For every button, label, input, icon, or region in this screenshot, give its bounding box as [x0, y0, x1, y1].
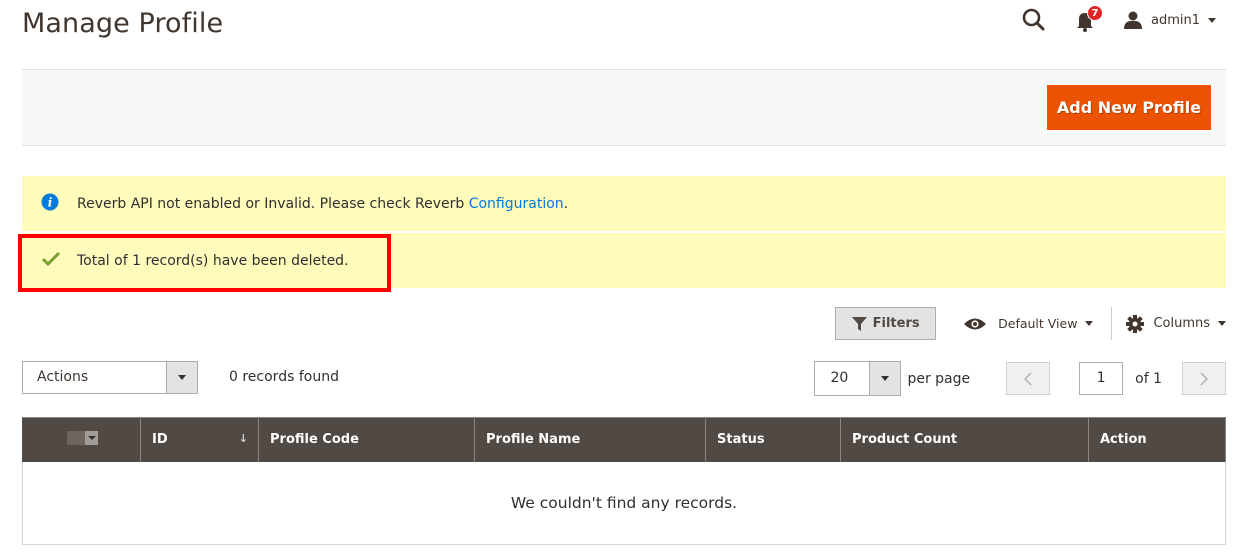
chevron-down-icon	[178, 375, 186, 380]
empty-state-message: We couldn't find any records.	[22, 461, 1226, 545]
notifications-badge: 7	[1086, 5, 1103, 21]
column-header-id[interactable]: ID ↓	[140, 417, 259, 462]
add-new-profile-button[interactable]: Add New Profile	[1047, 85, 1211, 130]
mass-select-checkbox[interactable]	[67, 430, 98, 445]
column-header-action: Action	[1088, 417, 1226, 462]
per-page-value: 20	[830, 370, 849, 386]
records-found: 0 records found	[229, 369, 339, 385]
user-icon	[1123, 11, 1142, 29]
empty-row: We couldn't find any records.	[22, 461, 1226, 545]
message-success: Total of 1 record(s) have been deleted.	[22, 233, 1226, 288]
filter-icon	[851, 316, 867, 331]
grid-header-row: ID ↓ Profile Code Profile Name Status Pr…	[22, 417, 1226, 462]
header-actions: 7 admin1	[1021, 5, 1216, 34]
messages: i Reverb API not enabled or Invalid. Ple…	[22, 176, 1226, 288]
message-info-text: Reverb API not enabled or Invalid. Pleas…	[77, 196, 568, 212]
message-suffix: .	[563, 195, 569, 212]
svg-text:i: i	[48, 195, 53, 209]
actions-dropdown-toggle[interactable]	[166, 362, 197, 393]
sort-arrow-icon: ↓	[238, 432, 248, 445]
column-header-profile-code[interactable]: Profile Code	[258, 417, 475, 462]
chevron-down-icon	[1208, 17, 1216, 23]
notifications-button[interactable]: 7	[1073, 5, 1103, 33]
chevron-left-icon	[1024, 372, 1032, 385]
view-switcher[interactable]: Default View	[963, 316, 1111, 331]
previous-page-button[interactable]	[1006, 362, 1051, 395]
check-icon	[41, 251, 61, 271]
next-page-button[interactable]	[1182, 362, 1226, 395]
pagination: 20 per page 1 of 1	[814, 361, 1226, 396]
global-search-button[interactable]	[1021, 7, 1047, 33]
gear-icon	[1126, 314, 1145, 333]
message-success-text: Total of 1 record(s) have been deleted.	[77, 252, 349, 269]
chevron-down-icon	[1218, 321, 1226, 326]
filters-button[interactable]: Filters	[835, 307, 937, 340]
page-actions-bar: Add New Profile	[22, 69, 1226, 146]
view-label: Default View	[998, 316, 1078, 331]
per-page-select[interactable]: 20	[814, 361, 902, 396]
columns-label: Columns	[1153, 316, 1210, 331]
columns-control[interactable]: Columns	[1126, 314, 1226, 333]
checkbox-box[interactable]	[67, 430, 85, 445]
current-page-input[interactable]: 1	[1079, 362, 1124, 395]
eye-icon	[964, 318, 987, 329]
chevron-down-icon	[881, 376, 890, 381]
info-icon: i	[41, 193, 59, 215]
configuration-link[interactable]: Configuration	[469, 196, 564, 212]
chevron-down-icon	[1085, 321, 1094, 326]
profiles-grid: ID ↓ Profile Code Profile Name Status Pr…	[22, 417, 1226, 545]
user-menu[interactable]: admin1	[1123, 10, 1216, 30]
per-page-label: per page	[907, 370, 971, 387]
column-header-status[interactable]: Status	[705, 417, 841, 462]
filters-label: Filters	[872, 316, 920, 331]
column-header-product-count[interactable]: Product Count	[840, 417, 1089, 462]
search-icon	[1022, 8, 1045, 31]
page-title: Manage Profile	[22, 8, 224, 39]
chevron-right-icon	[1200, 372, 1208, 385]
toolbar-divider	[1111, 307, 1113, 340]
message-info: i Reverb API not enabled or Invalid. Ple…	[22, 176, 1226, 231]
total-pages-label: of 1	[1135, 370, 1162, 387]
message-text: Reverb API not enabled or Invalid. Pleas…	[77, 195, 469, 212]
mass-select-column	[22, 417, 141, 462]
grid-toolbar: Filters Default View Columns	[835, 307, 1226, 340]
column-header-profile-name[interactable]: Profile Name	[474, 417, 706, 462]
actions-label: Actions	[37, 369, 89, 385]
mass-actions-dropdown[interactable]: Actions	[22, 361, 198, 394]
per-page-toggle[interactable]	[869, 362, 901, 395]
mass-select-dropdown[interactable]	[85, 430, 98, 445]
chevron-down-icon	[87, 435, 96, 440]
username: admin1	[1150, 12, 1200, 28]
column-label: ID	[152, 432, 168, 448]
